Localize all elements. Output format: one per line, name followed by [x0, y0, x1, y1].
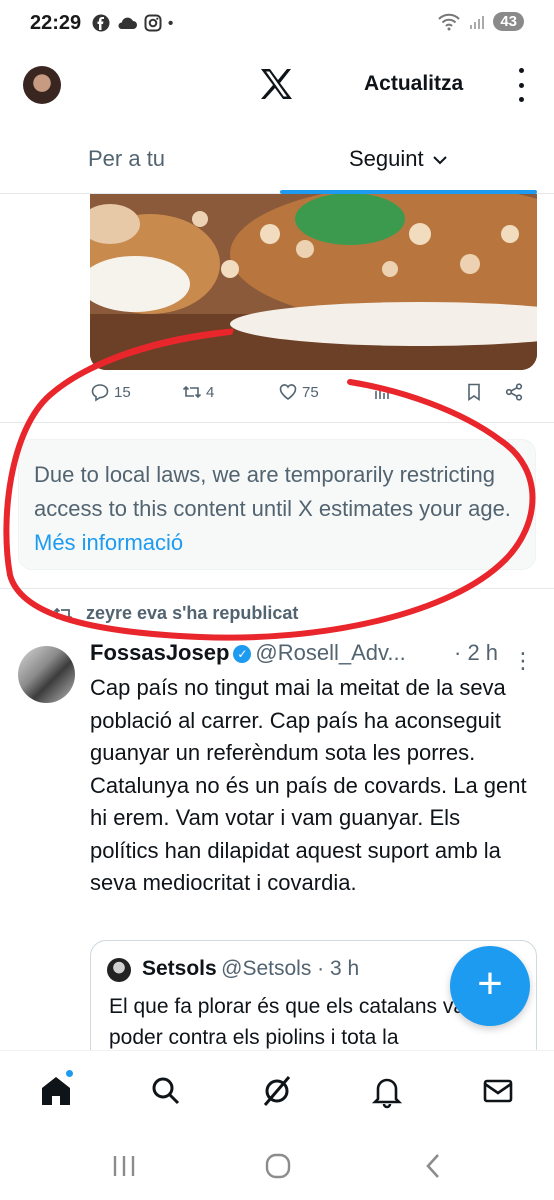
nav-notifications[interactable]: [369, 1073, 405, 1109]
tweet-author-avatar[interactable]: [18, 646, 75, 703]
share-icon: [505, 383, 523, 401]
tweet-actions: 15 4 75: [90, 382, 537, 410]
status-bar: 22:29 • 43: [0, 0, 554, 52]
tweet-author-handle: @Rosell_Adv...: [255, 640, 406, 665]
nav-home[interactable]: [38, 1069, 74, 1109]
timeline-tabs: Per a tu Seguint: [0, 128, 554, 194]
app-bar: Actualitza: [0, 58, 554, 114]
repost-count: 4: [206, 383, 215, 401]
facebook-icon: [92, 14, 110, 32]
status-time: 22:29: [30, 12, 82, 34]
reply-icon: [91, 384, 109, 402]
nav-search[interactable]: [148, 1073, 184, 1109]
repost-context-text: zeyre eva s'ha republicat: [86, 603, 299, 623]
nav-messages[interactable]: [480, 1073, 516, 1109]
reply-button[interactable]: 15: [90, 382, 131, 402]
feed-divider: [0, 422, 554, 423]
mail-icon: [483, 1079, 513, 1103]
tweet-time: · 2 h: [454, 640, 499, 665]
reply-count: 15: [114, 383, 131, 401]
recents-icon: [113, 1156, 135, 1176]
repost-icon: [182, 385, 202, 399]
views-icon: [375, 386, 389, 399]
compose-button[interactable]: +: [450, 946, 530, 1026]
bell-icon: [371, 1078, 403, 1109]
wifi-icon: [438, 13, 461, 30]
nav-grok[interactable]: [259, 1073, 295, 1109]
tab-following-label: Seguint: [349, 146, 424, 171]
repost-icon: [53, 607, 73, 620]
home-notification-dot: [65, 1069, 74, 1078]
status-right: 43: [437, 12, 524, 31]
instagram-icon: [144, 14, 162, 32]
back-button[interactable]: [418, 1150, 450, 1182]
refresh-button[interactable]: Actualitza: [364, 72, 463, 96]
age-restriction-notice: Due to local laws, we are temporarily re…: [18, 439, 536, 570]
quoted-author-name: Setsols: [142, 957, 217, 980]
tweet-text: Cap país no tingut mai la meitat de la s…: [90, 675, 527, 895]
bookmark-icon: [468, 383, 480, 402]
home-icon: [42, 1077, 70, 1105]
recents-button[interactable]: [108, 1150, 140, 1182]
status-app-icons: •: [92, 14, 173, 32]
tab-for-you[interactable]: Per a tu: [88, 146, 165, 172]
like-button[interactable]: 75: [278, 382, 319, 402]
feed-divider: [0, 588, 554, 589]
tweet-media-image[interactable]: [90, 194, 537, 370]
system-nav-bar: [0, 1132, 554, 1200]
tweet-more-icon[interactable]: ⋮: [512, 648, 534, 674]
share-button[interactable]: [504, 382, 524, 402]
quoted-author-avatar: [107, 958, 131, 982]
tweet-header: FossasJosep ✓ @Rosell_Adv... · 2 h: [90, 640, 530, 670]
status-dot: •: [168, 14, 174, 32]
cloud-icon: [118, 17, 137, 29]
home-system-button[interactable]: [262, 1150, 294, 1182]
repost-button[interactable]: 4: [182, 382, 214, 402]
chevron-down-icon: [432, 156, 447, 165]
x-logo-icon: [261, 69, 292, 99]
heart-icon: [279, 384, 297, 400]
back-chevron-icon: [426, 1154, 439, 1178]
like-count: 75: [302, 383, 319, 401]
bottom-nav: [0, 1050, 554, 1132]
views-button[interactable]: [372, 382, 392, 402]
signal-icon: [470, 15, 485, 29]
more-options-icon[interactable]: [514, 68, 528, 102]
home-circle-icon: [265, 1153, 291, 1179]
notice-text: Due to local laws, we are temporarily re…: [34, 462, 511, 521]
tab-following[interactable]: Seguint: [349, 146, 448, 172]
bookmark-button[interactable]: [464, 382, 484, 402]
verified-badge-icon: ✓: [233, 645, 252, 663]
repost-context[interactable]: zeyre eva s'ha republicat: [52, 603, 298, 624]
more-info-link[interactable]: Més informació: [34, 530, 183, 555]
battery-level: 43: [493, 12, 524, 31]
profile-avatar[interactable]: [23, 66, 61, 104]
tweet-author-name[interactable]: FossasJosep: [90, 640, 229, 665]
plus-icon: +: [477, 959, 503, 1008]
search-icon: [152, 1077, 180, 1105]
quoted-header: Setsols @Setsols · 3 h: [142, 957, 359, 981]
quoted-author-handle: @Setsols · 3 h: [221, 957, 360, 980]
grok-icon: [263, 1076, 291, 1106]
